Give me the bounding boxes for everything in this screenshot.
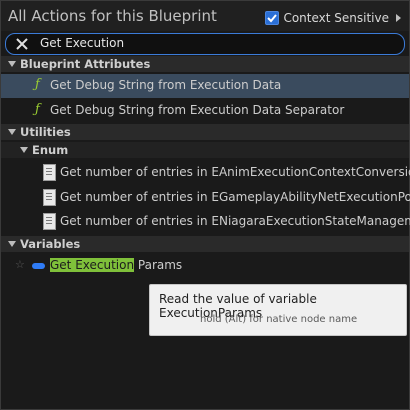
checkmark-icon bbox=[267, 14, 278, 23]
tooltip: Read the value of variable ExecutionPara… bbox=[149, 284, 407, 336]
category-label: Blueprint Attributes bbox=[20, 57, 151, 71]
tooltip-sub-text: hold (Alt) for native node name bbox=[200, 314, 358, 325]
subcategory-enum[interactable]: Enum bbox=[1, 142, 409, 158]
list-item[interactable]: Get number of entries in EGameplayAbilit… bbox=[1, 186, 410, 210]
list-item[interactable]: Get number of entries in ENiagaraExecuti… bbox=[1, 210, 410, 234]
category-blueprint-attributes[interactable]: Blueprint Attributes bbox=[1, 56, 409, 72]
collapse-arrow-icon[interactable] bbox=[8, 61, 16, 67]
chevron-right-icon[interactable] bbox=[396, 14, 401, 22]
item-label: Get number of entries in EAnimExecutionC… bbox=[60, 165, 410, 179]
panel-title: All Actions for this Blueprint bbox=[8, 7, 217, 25]
collapse-arrow-icon[interactable] bbox=[20, 147, 28, 153]
enum-document-icon bbox=[43, 164, 56, 181]
search-highlight: Get Execution bbox=[50, 258, 135, 272]
list-item[interactable]: ☆ Get Execution Params bbox=[1, 254, 409, 278]
variable-icon bbox=[32, 263, 45, 269]
category-label: Utilities bbox=[20, 125, 71, 139]
context-sensitive-checkbox[interactable] bbox=[265, 11, 280, 25]
item-label: Get Debug String from Execution Data bbox=[50, 78, 282, 92]
category-variables[interactable]: Variables bbox=[1, 236, 409, 252]
favorite-star-icon[interactable]: ☆ bbox=[15, 258, 25, 271]
list-item[interactable]: ƒ Get Debug String from Execution Data bbox=[1, 74, 409, 98]
list-item[interactable]: Get number of entries in EAnimExecutionC… bbox=[1, 161, 410, 185]
collapse-arrow-icon[interactable] bbox=[8, 241, 16, 247]
enum-document-icon bbox=[43, 213, 56, 230]
category-utilities[interactable]: Utilities bbox=[1, 124, 409, 140]
item-label: Get Debug String from Execution Data Sep… bbox=[50, 103, 345, 117]
subcategory-label: Enum bbox=[32, 143, 69, 157]
enum-document-icon bbox=[43, 189, 56, 206]
item-label-rest: Params bbox=[134, 258, 183, 272]
context-sensitive-toggle[interactable]: Context Sensitive bbox=[265, 9, 401, 27]
search-value: Get Execution bbox=[40, 36, 125, 50]
collapse-arrow-icon[interactable] bbox=[8, 129, 16, 135]
item-label: Get Execution Params bbox=[50, 258, 182, 272]
list-item[interactable]: ƒ Get Debug String from Execution Data S… bbox=[1, 99, 409, 123]
item-label: Get number of entries in EGameplayAbilit… bbox=[60, 190, 410, 204]
item-label: Get number of entries in ENiagaraExecuti… bbox=[60, 214, 410, 228]
function-icon: ƒ bbox=[35, 77, 40, 92]
search-input[interactable]: Get Execution bbox=[5, 33, 405, 55]
context-sensitive-label: Context Sensitive bbox=[283, 11, 389, 25]
function-icon: ƒ bbox=[35, 102, 40, 117]
panel-header: All Actions for this Blueprint Context S… bbox=[1, 1, 409, 31]
blueprint-actions-panel: All Actions for this Blueprint Context S… bbox=[0, 0, 410, 410]
clear-search-icon[interactable] bbox=[14, 36, 30, 52]
category-label: Variables bbox=[20, 237, 81, 251]
